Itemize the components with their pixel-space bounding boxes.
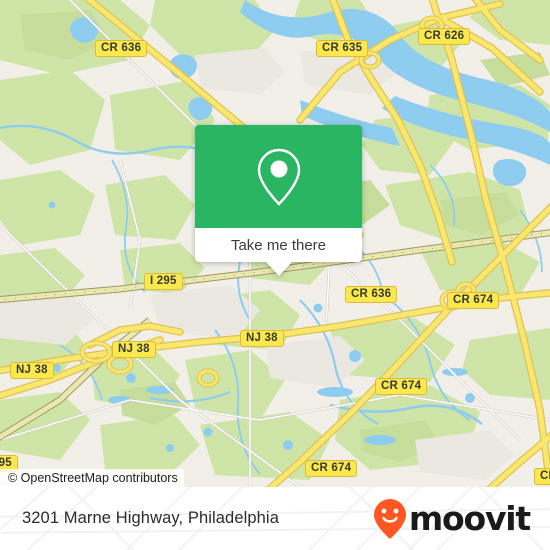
road-shield: NJ 38 [10, 362, 54, 379]
map-attribution: © OpenStreetMap contributors [0, 469, 184, 487]
popup-header [195, 125, 362, 228]
moovit-logo: moovit [373, 498, 531, 540]
attribution-text: © OpenStreetMap contributors [8, 471, 178, 485]
road-shield: CR 674 [305, 460, 358, 477]
take-me-there-label: Take me there [230, 236, 327, 254]
road-shield: CR 636 [345, 286, 398, 303]
road-shield: CR 674 [447, 292, 500, 309]
road-shield: CR 636 [95, 40, 148, 57]
road-shield: CR 635 [316, 40, 369, 57]
location-popup[interactable]: Take me there [195, 125, 362, 276]
road-shield: NJ 38 [240, 330, 284, 347]
road-shield: I 295 [144, 273, 183, 290]
moovit-smiley-pin-icon [373, 498, 406, 539]
road-shield: CR 674 [375, 378, 428, 395]
take-me-there-button[interactable]: Take me there [195, 228, 362, 262]
road-shield: CR 626 [418, 28, 471, 45]
footer-bar: 3201 Marne Highway, Philadelphia moovit [0, 487, 550, 550]
map-pin-icon [257, 148, 300, 206]
road-shield: NJ 38 [112, 341, 156, 358]
map-page: CR 636 CR 635 CR 626 I 295 CR 636 CR 674… [0, 0, 550, 550]
address-label: 3201 Marne Highway, Philadelphia [22, 509, 279, 527]
map-viewport[interactable]: CR 636 CR 635 CR 626 I 295 CR 636 CR 674… [0, 0, 550, 487]
moovit-wordmark: moovit [408, 499, 531, 538]
road-shield: CR [534, 468, 550, 485]
popup-tail [265, 262, 292, 276]
